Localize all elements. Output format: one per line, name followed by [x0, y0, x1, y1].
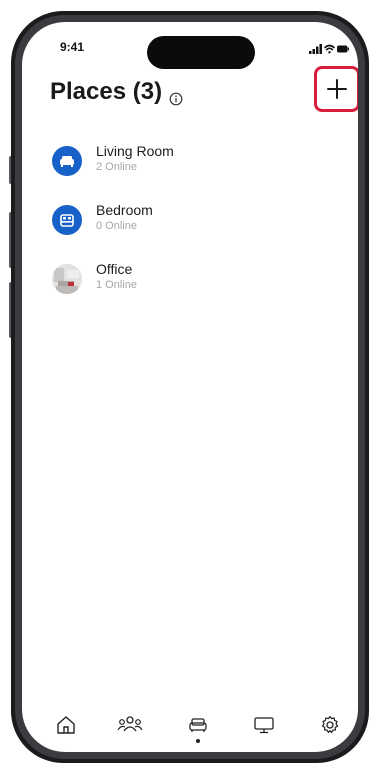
nav-devices[interactable] [250, 714, 278, 750]
home-icon [57, 716, 75, 734]
app-screen: 9:41 Places (3) Living Room 2 Online Bed… [22, 22, 358, 752]
nav-home[interactable] [52, 714, 80, 750]
place-item-bedroom[interactable]: Bedroom 0 Online [52, 199, 358, 245]
place-avatar [52, 146, 82, 176]
place-name: Office [96, 261, 133, 277]
battery-icon [337, 45, 349, 53]
nav-settings[interactable] [316, 714, 344, 750]
place-avatar [52, 264, 82, 294]
sofa-icon [60, 156, 74, 167]
info-icon[interactable] [169, 85, 183, 106]
place-avatar [52, 205, 82, 235]
cellular-signal-icon [309, 44, 322, 54]
place-item-office[interactable]: Office 1 Online [52, 258, 358, 304]
place-name: Living Room [96, 143, 174, 159]
people-icon [117, 716, 143, 732]
place-name: Bedroom [96, 202, 153, 218]
page-title: Places (3) [50, 78, 183, 106]
title-text: Places (3) [50, 78, 163, 105]
nav-places[interactable] [184, 714, 212, 750]
gear-icon [321, 715, 339, 734]
page: 9:41 Places (3) Living Room 2 Online Bed… [0, 0, 375, 772]
place-item-living-room[interactable]: Living Room 2 Online [52, 140, 358, 186]
add-place-button[interactable] [314, 66, 358, 112]
bed-icon [60, 214, 74, 227]
dynamic-island [147, 36, 255, 69]
sofa-icon [189, 718, 207, 732]
office-photo [52, 264, 82, 294]
place-online-count: 1 Online [96, 279, 137, 291]
wifi-icon [324, 44, 335, 54]
nav-people[interactable] [116, 714, 144, 750]
status-icons [309, 42, 349, 54]
status-time: 9:41 [60, 40, 85, 54]
plus-icon [327, 79, 347, 99]
place-online-count: 0 Online [96, 220, 137, 232]
place-online-count: 2 Online [96, 161, 137, 173]
monitor-icon [254, 717, 274, 734]
active-indicator [196, 739, 200, 743]
